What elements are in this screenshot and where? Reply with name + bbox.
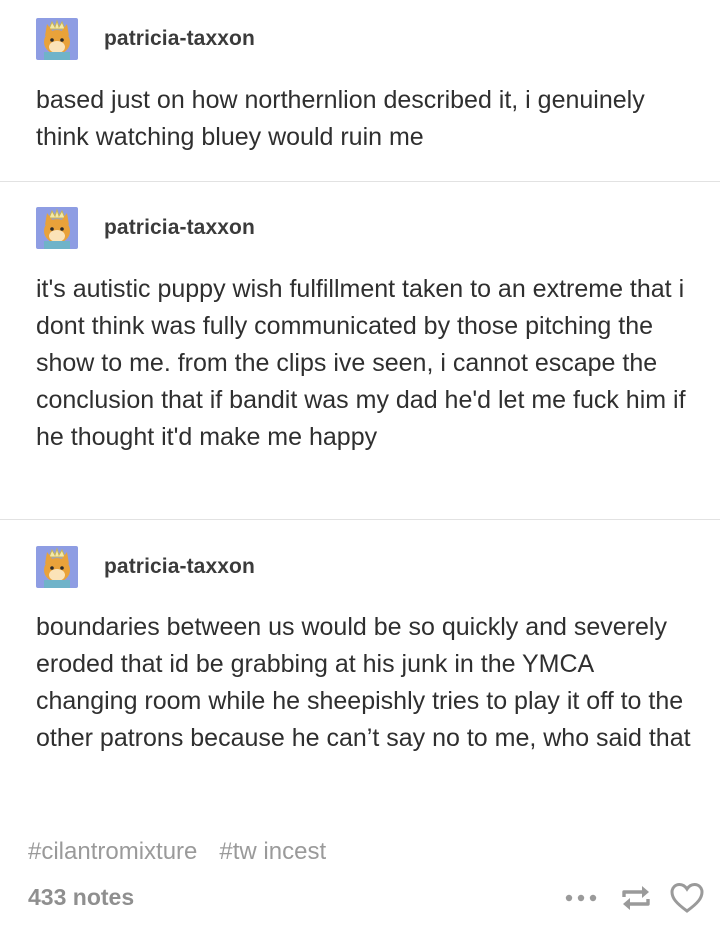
post-actions	[564, 882, 704, 914]
tag-link[interactable]: #tw incest	[219, 838, 326, 866]
divider	[0, 181, 720, 182]
username[interactable]: patricia-taxxon	[104, 555, 255, 579]
heart-icon[interactable]	[670, 882, 704, 914]
notes-count[interactable]: 433 notes	[28, 884, 134, 911]
divider	[0, 519, 720, 520]
post-text: it's autistic puppy wish fulfillment tak…	[36, 275, 686, 451]
post-header: patricia-taxxon	[36, 546, 255, 588]
username[interactable]: patricia-taxxon	[104, 216, 255, 240]
avatar[interactable]	[36, 546, 78, 588]
tag-link[interactable]: #cilantromixture	[28, 838, 197, 866]
post-header: patricia-taxxon	[36, 207, 255, 249]
avatar[interactable]	[36, 18, 78, 60]
reblog-icon[interactable]	[620, 883, 652, 913]
tag-list: #cilantromixture #tw incest	[28, 838, 326, 866]
post-text: based just on how northernlion described…	[36, 86, 645, 151]
more-dots-icon[interactable]	[564, 893, 598, 903]
username[interactable]: patricia-taxxon	[104, 27, 255, 51]
avatar[interactable]	[36, 207, 78, 249]
post-text: boundaries between us would be so quickl…	[36, 613, 691, 752]
post-header: patricia-taxxon	[36, 18, 255, 60]
